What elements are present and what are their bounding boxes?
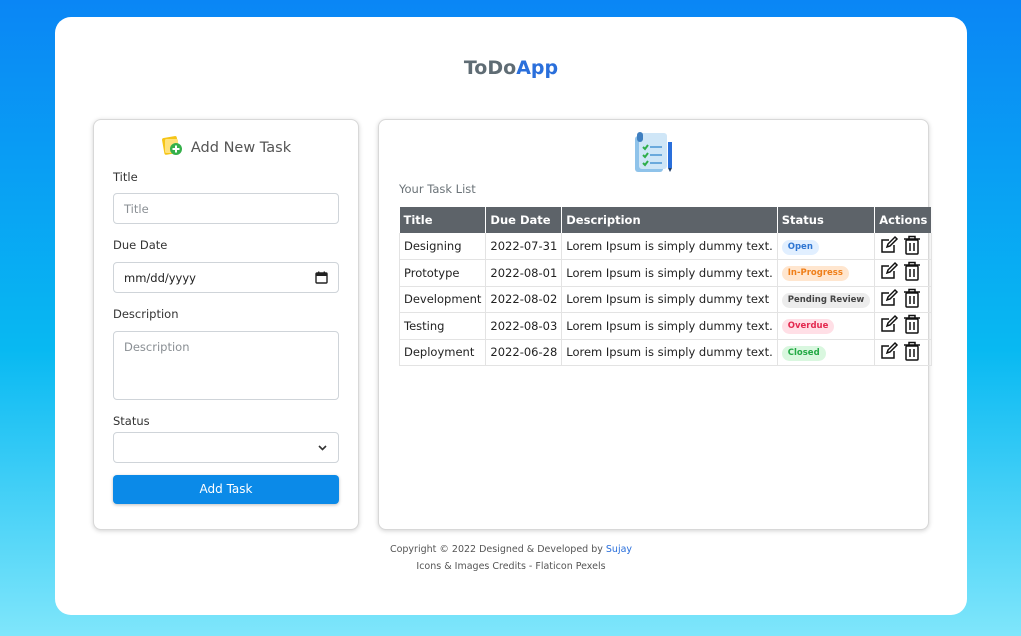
app-title-part2: App	[516, 57, 559, 79]
app-title-part1: ToDo	[463, 57, 517, 79]
due-date-input[interactable]: mm/dd/yyyy	[113, 262, 339, 293]
edit-icon[interactable]	[879, 261, 899, 284]
column-header-title: Title	[399, 207, 487, 233]
description-label: Description	[113, 307, 179, 321]
footer-copyright-text: Copyright © 2022 Designed & Developed by	[389, 544, 606, 555]
edit-icon[interactable]	[879, 235, 899, 258]
status-badge: Pending Review	[781, 292, 871, 308]
task-title: Prototype	[398, 259, 487, 287]
task-description: Lorem Ipsum is simply dummy text.	[561, 259, 778, 287]
task-description: Lorem Ipsum is simply dummy text	[561, 286, 778, 313]
status-badge: In-Progress	[781, 266, 849, 282]
add-task-button[interactable]: Add Task	[113, 475, 339, 504]
app-title: ToDoApp	[55, 57, 967, 79]
column-header-actions: Actions	[874, 207, 932, 233]
due-date-value: mm/dd/yyyy	[124, 271, 196, 285]
edit-icon[interactable]	[879, 341, 899, 364]
due-date-label: Due Date	[113, 238, 168, 252]
calendar-icon[interactable]	[315, 271, 328, 287]
task-list-caption: Your Task List	[399, 182, 476, 196]
task-title: Designing	[398, 233, 487, 260]
trash-icon[interactable]	[903, 314, 921, 337]
task-due-date: 2022-08-02	[485, 286, 563, 313]
description-textarea[interactable]: Description	[113, 331, 339, 400]
trash-icon[interactable]	[903, 235, 921, 258]
title-input[interactable]: Title	[113, 193, 339, 224]
status-badge: Open	[781, 239, 819, 255]
add-task-heading-text: Add New Task	[190, 140, 292, 156]
task-list-panel: Your Task List Title Due Date Descriptio…	[378, 119, 932, 530]
title-label: Title	[113, 170, 138, 184]
task-title: Development	[398, 286, 487, 313]
task-description: Lorem Ipsum is simply dummy text.	[561, 233, 778, 260]
trash-icon[interactable]	[903, 288, 921, 311]
edit-icon[interactable]	[879, 314, 899, 337]
status-badge: Closed	[781, 345, 826, 361]
task-description: Lorem Ipsum is simply dummy text.	[561, 312, 778, 340]
column-header-status: Status	[777, 207, 876, 233]
task-due-date: 2022-08-01	[485, 259, 563, 287]
footer-credits: Icons & Images Credits - Flaticon Pexels	[416, 561, 606, 572]
status-label: Status	[113, 414, 150, 428]
table-row: Testing 2022-08-03 Lorem Ipsum is simply…	[398, 312, 932, 340]
status-badge: Overdue	[781, 319, 835, 335]
task-title: Testing	[398, 312, 487, 340]
task-table: Title Due Date Description Status Action…	[398, 207, 932, 366]
add-task-panel: Add New Task Title Title Due Date mm/dd/…	[93, 119, 359, 530]
table-row: Designing 2022-07-31 Lorem Ipsum is simp…	[398, 233, 932, 260]
trash-icon[interactable]	[903, 341, 921, 364]
trash-icon[interactable]	[903, 261, 921, 284]
edit-icon[interactable]	[879, 288, 899, 311]
author-link[interactable]: Sujay	[606, 544, 632, 555]
task-title: Deployment	[398, 339, 487, 366]
table-row: Development 2022-08-02 Lorem Ipsum is si…	[398, 286, 932, 313]
table-row: Prototype 2022-08-01 Lorem Ipsum is simp…	[398, 259, 932, 287]
table-row: Deployment 2022-06-28 Lorem Ipsum is sim…	[398, 339, 932, 366]
status-select[interactable]	[113, 432, 339, 463]
column-header-due-date: Due Date	[485, 207, 563, 233]
footer-copyright: Copyright © 2022 Designed & Developed by…	[55, 544, 967, 555]
add-task-heading: Add New Task	[94, 134, 358, 162]
main-card: ToDoApp Add New Task Title Title Due Dat…	[55, 17, 967, 615]
task-due-date: 2022-08-03	[485, 312, 563, 340]
table-header-row: Title Due Date Description Status Action…	[399, 207, 932, 233]
task-due-date: 2022-07-31	[485, 233, 563, 260]
checklist-icon	[631, 130, 677, 180]
chevron-down-icon	[317, 442, 328, 456]
task-due-date: 2022-06-28	[485, 339, 563, 366]
add-note-icon	[161, 134, 185, 162]
task-description: Lorem Ipsum is simply dummy text.	[561, 339, 778, 366]
column-header-description: Description	[561, 207, 778, 233]
